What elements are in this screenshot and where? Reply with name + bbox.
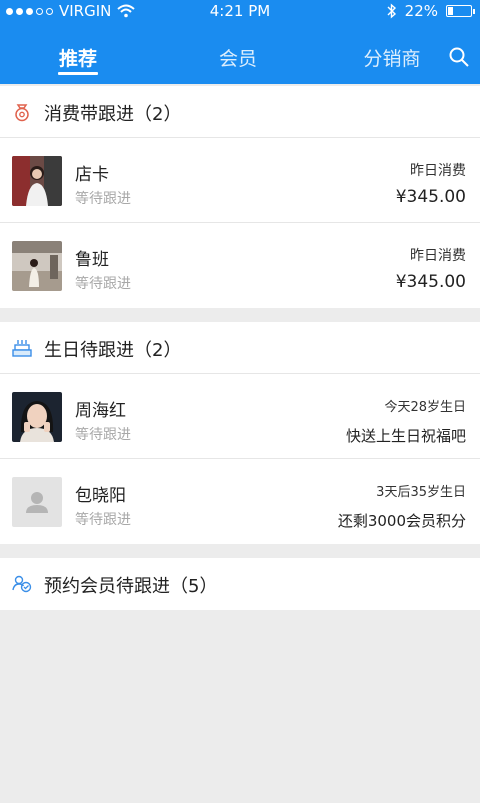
birthday-cake-icon: [12, 340, 32, 357]
section-appointment-followup: 预约会员待跟进（5）: [0, 558, 480, 610]
tab-bar: 推荐 会员 分销商: [0, 40, 480, 80]
followup-status: 等待跟进: [75, 191, 131, 207]
birthday-info: 3天后35岁生日: [376, 485, 466, 500]
tab-distributors[interactable]: 分销商: [356, 44, 428, 71]
consumption-amount: ¥345.00: [395, 272, 466, 292]
tab-recommend[interactable]: 推荐: [48, 44, 108, 71]
section-title: 消费带跟进（2）: [44, 104, 182, 125]
tab-members[interactable]: 会员: [208, 44, 268, 71]
list-item[interactable]: 包晓阳 等待跟进 3天后35岁生日 还剩3000会员积分: [0, 459, 480, 544]
list-item[interactable]: 鲁班 等待跟进 昨日消费 ¥345.00: [0, 223, 480, 308]
avatar: [12, 241, 62, 291]
section-header: 生日待跟进（2）: [0, 322, 480, 374]
battery-percent: 22%: [404, 2, 438, 20]
bluetooth-icon: [387, 3, 396, 19]
section-title: 生日待跟进（2）: [44, 340, 182, 361]
money-bag-icon: [15, 104, 29, 122]
status-right: 22%: [387, 2, 475, 20]
consumption-time: 昨日消费: [410, 163, 466, 179]
member-name: 鲁班: [75, 250, 109, 270]
birthday-hint: 快送上生日祝福吧: [345, 427, 466, 445]
section-consumption-followup: 消费带跟进（2） 店卡 等待跟进 昨日消费 ¥345.00 鲁班 等待跟进 昨日…: [0, 86, 480, 308]
followup-status: 等待跟进: [75, 276, 131, 292]
list-item[interactable]: 周海红 等待跟进 今天28岁生日 快送上生日祝福吧: [0, 374, 480, 459]
active-tab-indicator: [58, 72, 98, 75]
section-header: 消费带跟进（2）: [0, 86, 480, 138]
default-avatar-icon: [12, 477, 62, 527]
section-title: 预约会员待跟进（5）: [44, 576, 218, 597]
avatar: [12, 156, 62, 206]
consumption-amount: ¥345.00: [395, 187, 466, 207]
birthday-info: 今天28岁生日: [384, 400, 466, 415]
search-icon[interactable]: [448, 46, 470, 68]
avatar: [12, 392, 62, 442]
points-info: 还剩3000会员积分: [337, 512, 466, 530]
section-header[interactable]: 预约会员待跟进（5）: [0, 558, 480, 610]
status-bar: VIRGIN 4:21 PM 22%: [0, 0, 480, 24]
battery-icon: [446, 5, 475, 17]
member-name: 包晓阳: [75, 486, 126, 506]
member-name: 周海红: [75, 401, 126, 421]
app-screen: VIRGIN 4:21 PM 22% 推荐 会员 分销商 消费带跟进（2） 店卡…: [0, 0, 480, 803]
section-birthday-followup: 生日待跟进（2） 周海红 等待跟进 今天28岁生日 快送上生日祝福吧 包晓阳 等…: [0, 322, 480, 544]
header: VIRGIN 4:21 PM 22% 推荐 会员 分销商: [0, 0, 480, 84]
followup-status: 等待跟进: [75, 427, 131, 443]
consumption-time: 昨日消费: [410, 248, 466, 264]
list-item[interactable]: 店卡 等待跟进 昨日消费 ¥345.00: [0, 138, 480, 223]
followup-status: 等待跟进: [75, 512, 131, 528]
member-name: 店卡: [75, 165, 109, 185]
users-icon: [12, 575, 32, 593]
